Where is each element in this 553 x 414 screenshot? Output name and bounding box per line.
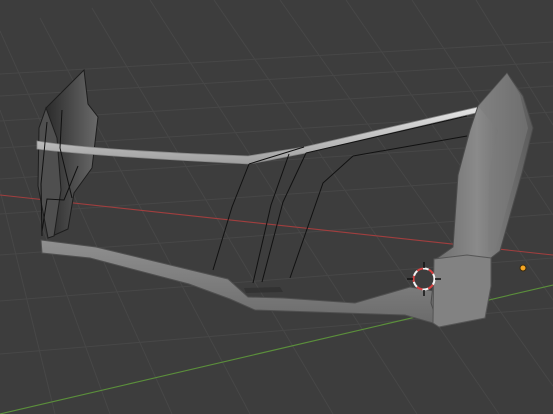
bottom-dark-notch: [244, 287, 283, 293]
right-corner-block: [432, 254, 492, 328]
top-rail: [36, 106, 481, 165]
3d-viewport[interactable]: [0, 0, 553, 414]
viewport-canvas[interactable]: [0, 0, 553, 414]
mesh-object[interactable]: [36, 68, 534, 328]
object-origin-icon: [519, 264, 527, 272]
